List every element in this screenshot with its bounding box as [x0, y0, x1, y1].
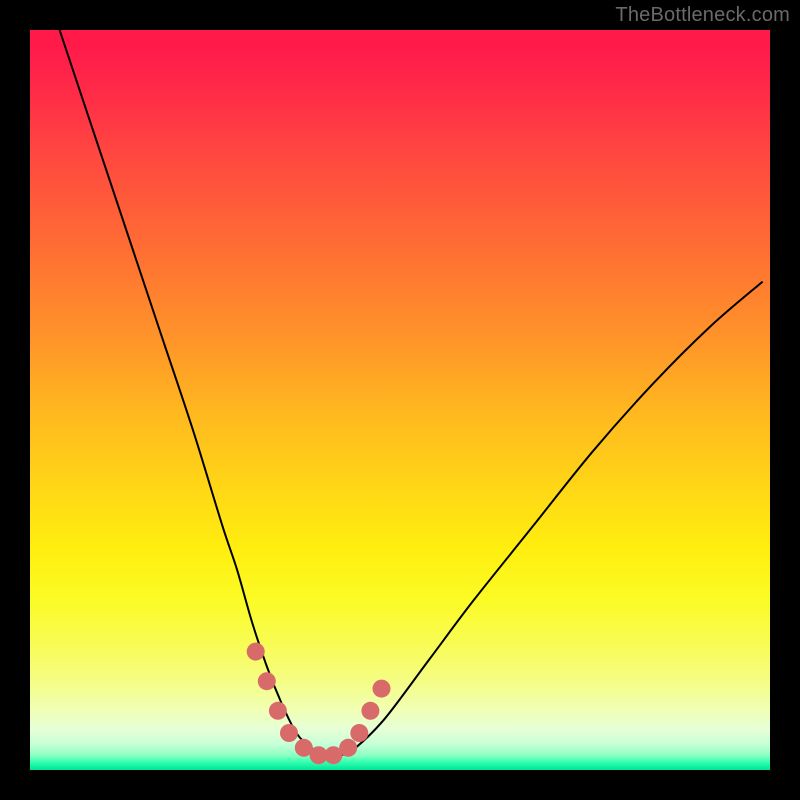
- plot-area: [30, 30, 770, 770]
- highlight-marker: [373, 680, 391, 698]
- highlight-marker: [269, 702, 287, 720]
- bottleneck-curve-path: [60, 30, 763, 756]
- highlight-marker: [247, 643, 265, 661]
- chart-frame: TheBottleneck.com: [0, 0, 800, 800]
- highlight-marker: [350, 724, 368, 742]
- highlight-marker: [339, 739, 357, 757]
- highlight-marker: [280, 724, 298, 742]
- highlight-markers-group: [247, 643, 391, 765]
- bottleneck-curve-svg: [30, 30, 770, 770]
- highlight-marker: [361, 702, 379, 720]
- watermark-text: TheBottleneck.com: [615, 4, 790, 27]
- highlight-marker: [258, 672, 276, 690]
